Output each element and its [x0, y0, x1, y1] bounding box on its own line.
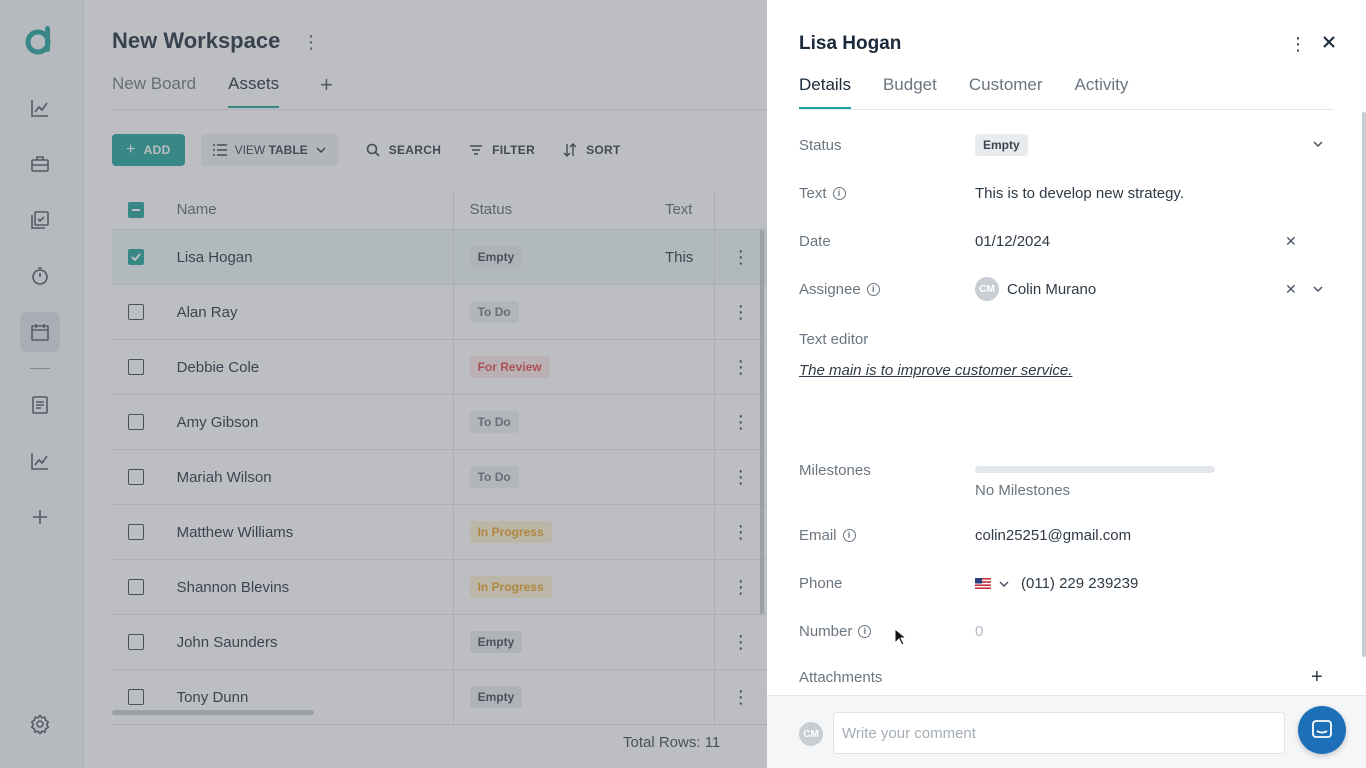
comment-bar: CM — [767, 695, 1366, 768]
phone-number: (011) 229 239239 — [1021, 575, 1139, 592]
tab-activity[interactable]: Activity — [1075, 75, 1129, 109]
chat-icon — [1312, 720, 1332, 738]
clear-assignee-icon[interactable]: ✕ — [1285, 281, 1297, 298]
date-label: Date — [799, 233, 831, 250]
text-value[interactable]: This is to develop new strategy. — [975, 185, 1184, 202]
record-detail-drawer: Lisa Hogan ⋮ Details Budget Customer Act… — [767, 0, 1366, 768]
text-label: Text i — [799, 185, 846, 202]
drawer-scrollbar[interactable] — [1362, 112, 1366, 657]
info-icon[interactable]: i — [832, 187, 846, 200]
tab-customer[interactable]: Customer — [969, 75, 1043, 109]
phone-value[interactable]: (011) 229 239239 — [975, 575, 1138, 592]
status-badge: Empty — [975, 134, 1028, 156]
milestones-label: Milestones — [799, 462, 871, 479]
info-icon[interactable]: i — [842, 529, 856, 542]
assignee-chevron-down-icon[interactable] — [1313, 286, 1323, 292]
chat-support-button[interactable] — [1298, 706, 1346, 754]
tab-budget[interactable]: Budget — [883, 75, 937, 109]
avatar: CM — [799, 722, 823, 746]
assignee-value[interactable]: CM Colin Murano — [975, 277, 1096, 301]
date-value[interactable]: 01/12/2024 — [975, 233, 1050, 250]
us-flag-icon[interactable] — [975, 578, 991, 589]
country-chevron-down-icon[interactable] — [999, 580, 1009, 587]
status-label: Status — [799, 137, 842, 154]
info-icon[interactable]: i — [866, 283, 880, 296]
status-select[interactable]: Empty — [975, 134, 1028, 156]
number-label: Number i — [799, 623, 872, 640]
assignee-label: Assignee i — [799, 281, 880, 298]
drawer-tabs: Details Budget Customer Activity — [799, 75, 1128, 109]
attachments-label: Attachments — [799, 669, 883, 686]
number-value[interactable]: 0 — [975, 623, 983, 640]
drawer-title: Lisa Hogan — [799, 33, 902, 54]
close-icon[interactable] — [1321, 34, 1337, 50]
milestones-value: No Milestones — [975, 482, 1071, 499]
milestones-progress-bar — [975, 466, 1215, 473]
email-label: Email i — [799, 527, 856, 544]
status-chevron-down-icon[interactable] — [1313, 141, 1323, 147]
assignee-name: Colin Murano — [1007, 280, 1097, 298]
drawer-menu-icon[interactable]: ⋮ — [1289, 34, 1307, 55]
avatar: CM — [975, 277, 999, 301]
drawer-tabs-divider — [799, 109, 1334, 110]
text-editor-label: Text editor — [799, 331, 869, 348]
tab-details[interactable]: Details — [799, 75, 851, 109]
add-attachment-icon[interactable]: + — [1311, 666, 1323, 689]
phone-label: Phone — [799, 575, 843, 592]
mouse-cursor-icon — [894, 628, 906, 646]
workspace-app: New Workspace ⋮ New Board Assets + + ADD… — [0, 0, 767, 768]
email-value[interactable]: colin25251@gmail.com — [975, 527, 1131, 544]
modal-backdrop[interactable] — [0, 0, 767, 768]
comment-input[interactable] — [833, 712, 1285, 754]
text-editor-content[interactable]: The main is to improve customer service. — [799, 362, 1072, 379]
clear-date-icon[interactable]: ✕ — [1285, 233, 1297, 250]
info-icon[interactable]: i — [858, 625, 872, 638]
